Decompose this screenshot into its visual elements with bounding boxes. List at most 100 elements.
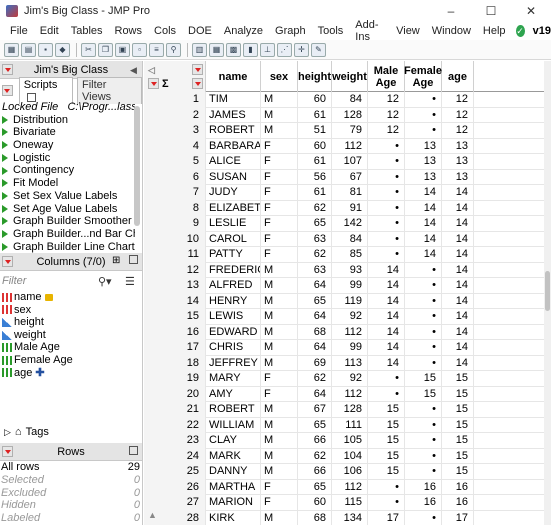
cell-height[interactable]: 51 — [298, 123, 332, 139]
cell-sex[interactable]: M — [261, 402, 298, 418]
cell-sex[interactable]: M — [261, 340, 298, 356]
cell-male-age[interactable]: • — [368, 371, 405, 387]
cell-age[interactable]: 15 — [442, 386, 474, 402]
script-item[interactable]: Graph Builder...nd Bar Charts — [2, 228, 135, 241]
cell-sex[interactable]: F — [261, 386, 298, 402]
row-number-cell[interactable]: 6 — [144, 169, 206, 185]
search-icon[interactable]: ⚲ — [166, 42, 181, 57]
row-number-cell[interactable]: 7 — [144, 185, 206, 201]
cell-male-age[interactable]: • — [368, 154, 405, 170]
table-row[interactable]: 17 CHRIS M 64 99 14 • 14 — [144, 340, 551, 356]
cell-weight[interactable]: 85 — [332, 247, 368, 263]
menu-tools[interactable]: Tools — [312, 25, 350, 37]
cell-male-age[interactable]: 14 — [368, 355, 405, 371]
cell-height[interactable]: 64 — [298, 309, 332, 325]
cell-female-age[interactable]: 14 — [405, 247, 442, 263]
paste-icon[interactable]: ▣ — [115, 42, 130, 57]
cell-age[interactable]: 14 — [442, 216, 474, 232]
cell-height[interactable]: 64 — [298, 340, 332, 356]
table-row[interactable]: 9 LESLIE F 65 142 • 14 14 — [144, 216, 551, 232]
column-item-sex[interactable]: sex — [0, 304, 142, 317]
cell-sex[interactable]: M — [261, 278, 298, 294]
tab-scripts[interactable]: Scripts — [18, 77, 74, 104]
table-row[interactable]: 6 SUSAN F 56 67 • 13 13 — [144, 169, 551, 185]
scroll-up-icon[interactable]: ▲ — [148, 510, 157, 520]
table-row[interactable]: 5 ALICE F 61 107 • 13 13 — [144, 154, 551, 170]
row-number-cell[interactable]: 8 — [144, 200, 206, 216]
run-script-icon[interactable] — [2, 242, 8, 251]
cell-sex[interactable]: M — [261, 92, 298, 108]
cell-sex[interactable]: F — [261, 185, 298, 201]
column-item-name[interactable]: name — [0, 291, 142, 304]
row-number-cell[interactable]: 23 — [144, 433, 206, 449]
cell-weight[interactable]: 113 — [332, 355, 368, 371]
cell-female-age[interactable]: 14 — [405, 216, 442, 232]
row-number-cell[interactable]: 11 — [144, 247, 206, 263]
cell-age[interactable]: 15 — [442, 448, 474, 464]
cell-height[interactable]: 60 — [298, 138, 332, 154]
cell-female-age[interactable]: • — [405, 123, 442, 139]
cell-name[interactable]: CHRIS — [206, 340, 261, 356]
cell-weight[interactable]: 92 — [332, 309, 368, 325]
cell-sex[interactable]: F — [261, 495, 298, 511]
header-female-age[interactable]: Female Age — [404, 61, 442, 92]
row-red-triangle-icon[interactable] — [148, 78, 159, 89]
menu-view[interactable]: View — [390, 25, 426, 37]
cell-male-age[interactable]: • — [368, 138, 405, 154]
cell-age[interactable]: 15 — [442, 402, 474, 418]
cell-female-age[interactable]: 13 — [405, 169, 442, 185]
cell-female-age[interactable]: • — [405, 402, 442, 418]
expand-tags-icon[interactable]: ▷ — [4, 427, 11, 438]
row-number-cell[interactable]: 9 — [144, 216, 206, 232]
distribution-icon[interactable]: ▮ — [243, 42, 258, 57]
cell-age[interactable]: 13 — [442, 154, 474, 170]
journal-icon[interactable]: ≡ — [149, 42, 164, 57]
grid-scrollbar[interactable] — [544, 61, 551, 525]
cell-name[interactable]: MARION — [206, 495, 261, 511]
menu-graph[interactable]: Graph — [269, 25, 312, 37]
column-item-height[interactable]: height — [0, 316, 142, 329]
cell-weight[interactable]: 119 — [332, 293, 368, 309]
table-row[interactable]: 14 HENRY M 65 119 14 • 14 — [144, 293, 551, 309]
menu-rows[interactable]: Rows — [109, 25, 149, 37]
fit-y-by-x-icon[interactable]: ⊥ — [260, 42, 275, 57]
cell-age[interactable]: 17 — [442, 510, 474, 525]
cell-male-age[interactable]: 14 — [368, 309, 405, 325]
column-item-age[interactable]: age ✚ — [0, 367, 142, 380]
cell-female-age[interactable]: • — [405, 340, 442, 356]
cell-height[interactable]: 65 — [298, 417, 332, 433]
cell-female-age[interactable]: 16 — [405, 479, 442, 495]
row-number-cell[interactable]: 3 — [144, 123, 206, 139]
cell-weight[interactable]: 84 — [332, 231, 368, 247]
cell-age[interactable]: 13 — [442, 169, 474, 185]
cell-male-age[interactable]: • — [368, 479, 405, 495]
cell-name[interactable]: LEWIS — [206, 309, 261, 325]
cell-male-age[interactable]: 17 — [368, 510, 405, 525]
column-item-weight[interactable]: weight — [0, 329, 142, 342]
cell-age[interactable]: 14 — [442, 309, 474, 325]
cell-sex[interactable]: M — [261, 433, 298, 449]
run-script-icon[interactable] — [2, 153, 8, 162]
cell-age[interactable]: 16 — [442, 495, 474, 511]
cell-height[interactable]: 62 — [298, 247, 332, 263]
menu-analyze[interactable]: Analyze — [218, 25, 269, 37]
cell-female-age[interactable]: • — [405, 309, 442, 325]
run-script-icon[interactable] — [2, 179, 8, 188]
column-item-female-age[interactable]: Female Age — [0, 354, 142, 367]
column-item-male-age[interactable]: Male Age — [0, 341, 142, 354]
save-icon[interactable]: ▪ — [38, 42, 53, 57]
cell-name[interactable]: FREDERICK — [206, 262, 261, 278]
row-number-cell[interactable]: 2 — [144, 107, 206, 123]
header-age[interactable]: age — [442, 61, 474, 92]
cell-male-age[interactable]: 14 — [368, 262, 405, 278]
cell-age[interactable]: 15 — [442, 371, 474, 387]
cell-weight[interactable]: 112 — [332, 386, 368, 402]
cell-height[interactable]: 65 — [298, 216, 332, 232]
cell-weight[interactable]: 92 — [332, 371, 368, 387]
row-number-cell[interactable]: 20 — [144, 386, 206, 402]
table-row[interactable]: 7 JUDY F 61 81 • 14 14 — [144, 185, 551, 201]
cell-name[interactable]: KIRK — [206, 510, 261, 525]
cell-height[interactable]: 60 — [298, 495, 332, 511]
cell-weight[interactable]: 104 — [332, 448, 368, 464]
cell-weight[interactable]: 112 — [332, 138, 368, 154]
